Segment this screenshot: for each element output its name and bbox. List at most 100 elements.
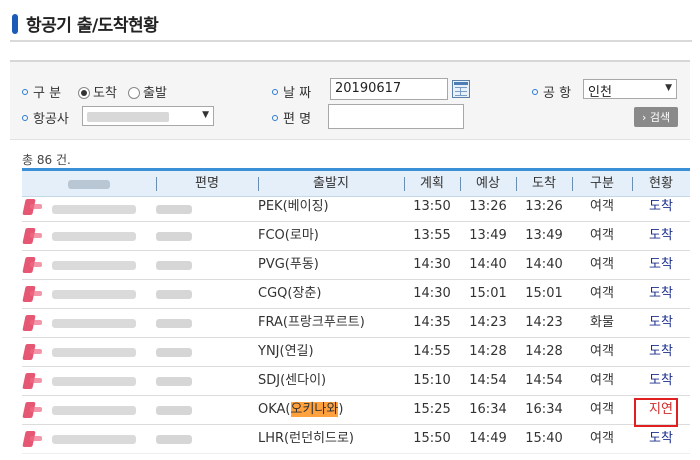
- redacted-airline: [52, 348, 136, 357]
- airline-select[interactable]: ▼: [82, 106, 214, 126]
- type-cell: 여객: [590, 199, 614, 214]
- flight-table: 편명 출발지 계획 예상 도착 구분 현황 PEK(베이징) 13:50 13:…: [22, 168, 690, 454]
- redacted-airline: [52, 290, 136, 299]
- redacted-airline: [52, 406, 136, 415]
- arrival-cell: 14:40: [525, 257, 563, 272]
- planned-cell: 14:30: [413, 286, 451, 301]
- expected-cell: 14:40: [469, 257, 507, 272]
- arrival-cell: 15:01: [525, 286, 563, 301]
- search-button[interactable]: › 검색: [634, 107, 679, 127]
- status-cell: 도착: [649, 373, 673, 388]
- redacted-flight: [156, 232, 192, 241]
- redacted-airline: [52, 319, 136, 328]
- status-cell: 도착: [649, 199, 673, 214]
- column-header-type: 구분: [572, 171, 632, 197]
- origin-cell: YNJ(연길): [258, 344, 314, 359]
- status-cell: 도착: [649, 257, 673, 272]
- flight-input[interactable]: [328, 104, 464, 129]
- origin-cell: CGQ(장춘): [258, 286, 322, 301]
- status-cell: 도착: [649, 315, 673, 330]
- type-cell: 화물: [590, 315, 614, 330]
- expected-cell: 15:01: [469, 286, 507, 301]
- table-row[interactable]: SDJ(센다이) 15:10 14:54 14:54 여객 도착: [22, 367, 690, 396]
- airline-logo-icon: [22, 257, 44, 273]
- radio-arrival[interactable]: 도착: [78, 82, 117, 101]
- expected-cell: 14:54: [469, 373, 507, 388]
- planned-cell: 13:55: [413, 228, 451, 243]
- table-row[interactable]: YNJ(연길) 14:55 14:28 14:28 여객 도착: [22, 338, 690, 367]
- arrival-cell: 14:23: [525, 315, 563, 330]
- type-cell: 여객: [590, 286, 614, 301]
- airline-logo-icon: [22, 344, 44, 360]
- expected-cell: 14:28: [469, 344, 507, 359]
- redacted-flight: [156, 348, 192, 357]
- column-header-status: 현황: [632, 171, 690, 197]
- redacted-airline: [52, 232, 136, 241]
- planned-cell: 13:50: [413, 199, 451, 214]
- origin-cell: PVG(푸동): [258, 257, 319, 272]
- redacted-flight: [156, 261, 192, 270]
- redacted-airline: [52, 205, 136, 214]
- arrival-cell: 16:34: [525, 402, 563, 417]
- table-row[interactable]: FRA(프랑크푸르트) 14:35 14:23 14:23 화물 도착: [22, 309, 690, 338]
- table-row[interactable]: FCO(로마) 13:55 13:49 13:49 여객 도착: [22, 222, 690, 251]
- result-count: 총 86 건.: [22, 153, 71, 167]
- airline-logo-icon: [22, 373, 44, 389]
- page-title: 항공기 출/도착현황: [26, 16, 159, 36]
- table-row[interactable]: PVG(푸동) 14:30 14:40 14:40 여객 도착: [22, 251, 690, 280]
- expected-cell: 13:26: [469, 199, 507, 214]
- origin-code: OKA(: [258, 402, 291, 417]
- redacted-flight: [156, 319, 192, 328]
- bottom-fade: [0, 446, 700, 460]
- division-label: 구 분: [22, 82, 61, 101]
- planned-cell: 14:55: [413, 344, 451, 359]
- airline-logo-icon: [22, 286, 44, 302]
- origin-cell: OKA(오키나와): [258, 396, 404, 424]
- bullet-icon: [22, 114, 28, 121]
- dropdown-arrow-icon: ▼: [202, 110, 209, 120]
- dropdown-arrow-icon: ▼: [665, 83, 672, 93]
- origin-cell: PEK(베이징): [258, 199, 329, 214]
- expected-cell: 14:23: [469, 315, 507, 330]
- calendar-icon[interactable]: [452, 80, 470, 98]
- status-cell: 도착: [649, 228, 673, 243]
- type-cell: 여객: [590, 373, 614, 388]
- redacted-flight: [156, 377, 192, 386]
- table-row[interactable]: PEK(베이징) 13:50 13:26 13:26 여객 도착: [22, 197, 690, 222]
- airline-logo-icon: [22, 402, 44, 418]
- airline-label: 항공사: [22, 108, 69, 127]
- redacted-flight: [156, 406, 192, 415]
- airport-label: 공 항: [532, 82, 571, 101]
- origin-cell: SDJ(센다이): [258, 373, 327, 388]
- column-header-expected: 예상: [460, 171, 516, 197]
- table-row[interactable]: OKA(오키나와) 15:25 16:34 16:34 여객 지연: [22, 396, 690, 427]
- type-cell: 여객: [590, 402, 614, 417]
- column-header-arrival: 도착: [516, 171, 572, 197]
- airport-select[interactable]: 인천 ▼: [583, 79, 677, 100]
- bullet-icon: [272, 88, 278, 95]
- redacted-airline: [52, 377, 136, 386]
- flight-label: 편 명: [272, 108, 311, 127]
- airline-logo-icon: [22, 199, 44, 215]
- type-cell: 여객: [590, 228, 614, 243]
- origin-cell: FRA(프랑크푸르트): [258, 315, 365, 330]
- date-input[interactable]: 20190617: [330, 78, 448, 100]
- table-row[interactable]: CGQ(장춘) 14:30 15:01 15:01 여객 도착: [22, 280, 690, 309]
- redacted-flight: [156, 290, 192, 299]
- bullet-icon: [22, 88, 28, 95]
- radio-departure[interactable]: 출발: [128, 82, 167, 101]
- origin-cell: FCO(로마): [258, 228, 319, 243]
- delay-highlight-box: [634, 398, 678, 427]
- search-panel: 구 분 도착 출발 날 짜 20190617 공 항 인천 ▼ 항공사 ▼ 편 명…: [10, 60, 690, 140]
- status-cell: 도착: [649, 286, 673, 301]
- arrival-cell: 14:54: [525, 373, 563, 388]
- origin-close: ): [338, 402, 344, 417]
- column-header-origin: 출발지: [258, 171, 404, 197]
- expected-cell: 13:49: [469, 228, 507, 243]
- planned-cell: 14:35: [413, 315, 451, 330]
- page-header: 항공기 출/도착현황: [10, 8, 692, 42]
- radio-unchecked-icon: [128, 86, 140, 99]
- airline-logo-icon: [22, 315, 44, 331]
- table-body: PEK(베이징) 13:50 13:26 13:26 여객 도착 FCO(로마)…: [22, 197, 690, 454]
- redacted-airline: [52, 435, 136, 444]
